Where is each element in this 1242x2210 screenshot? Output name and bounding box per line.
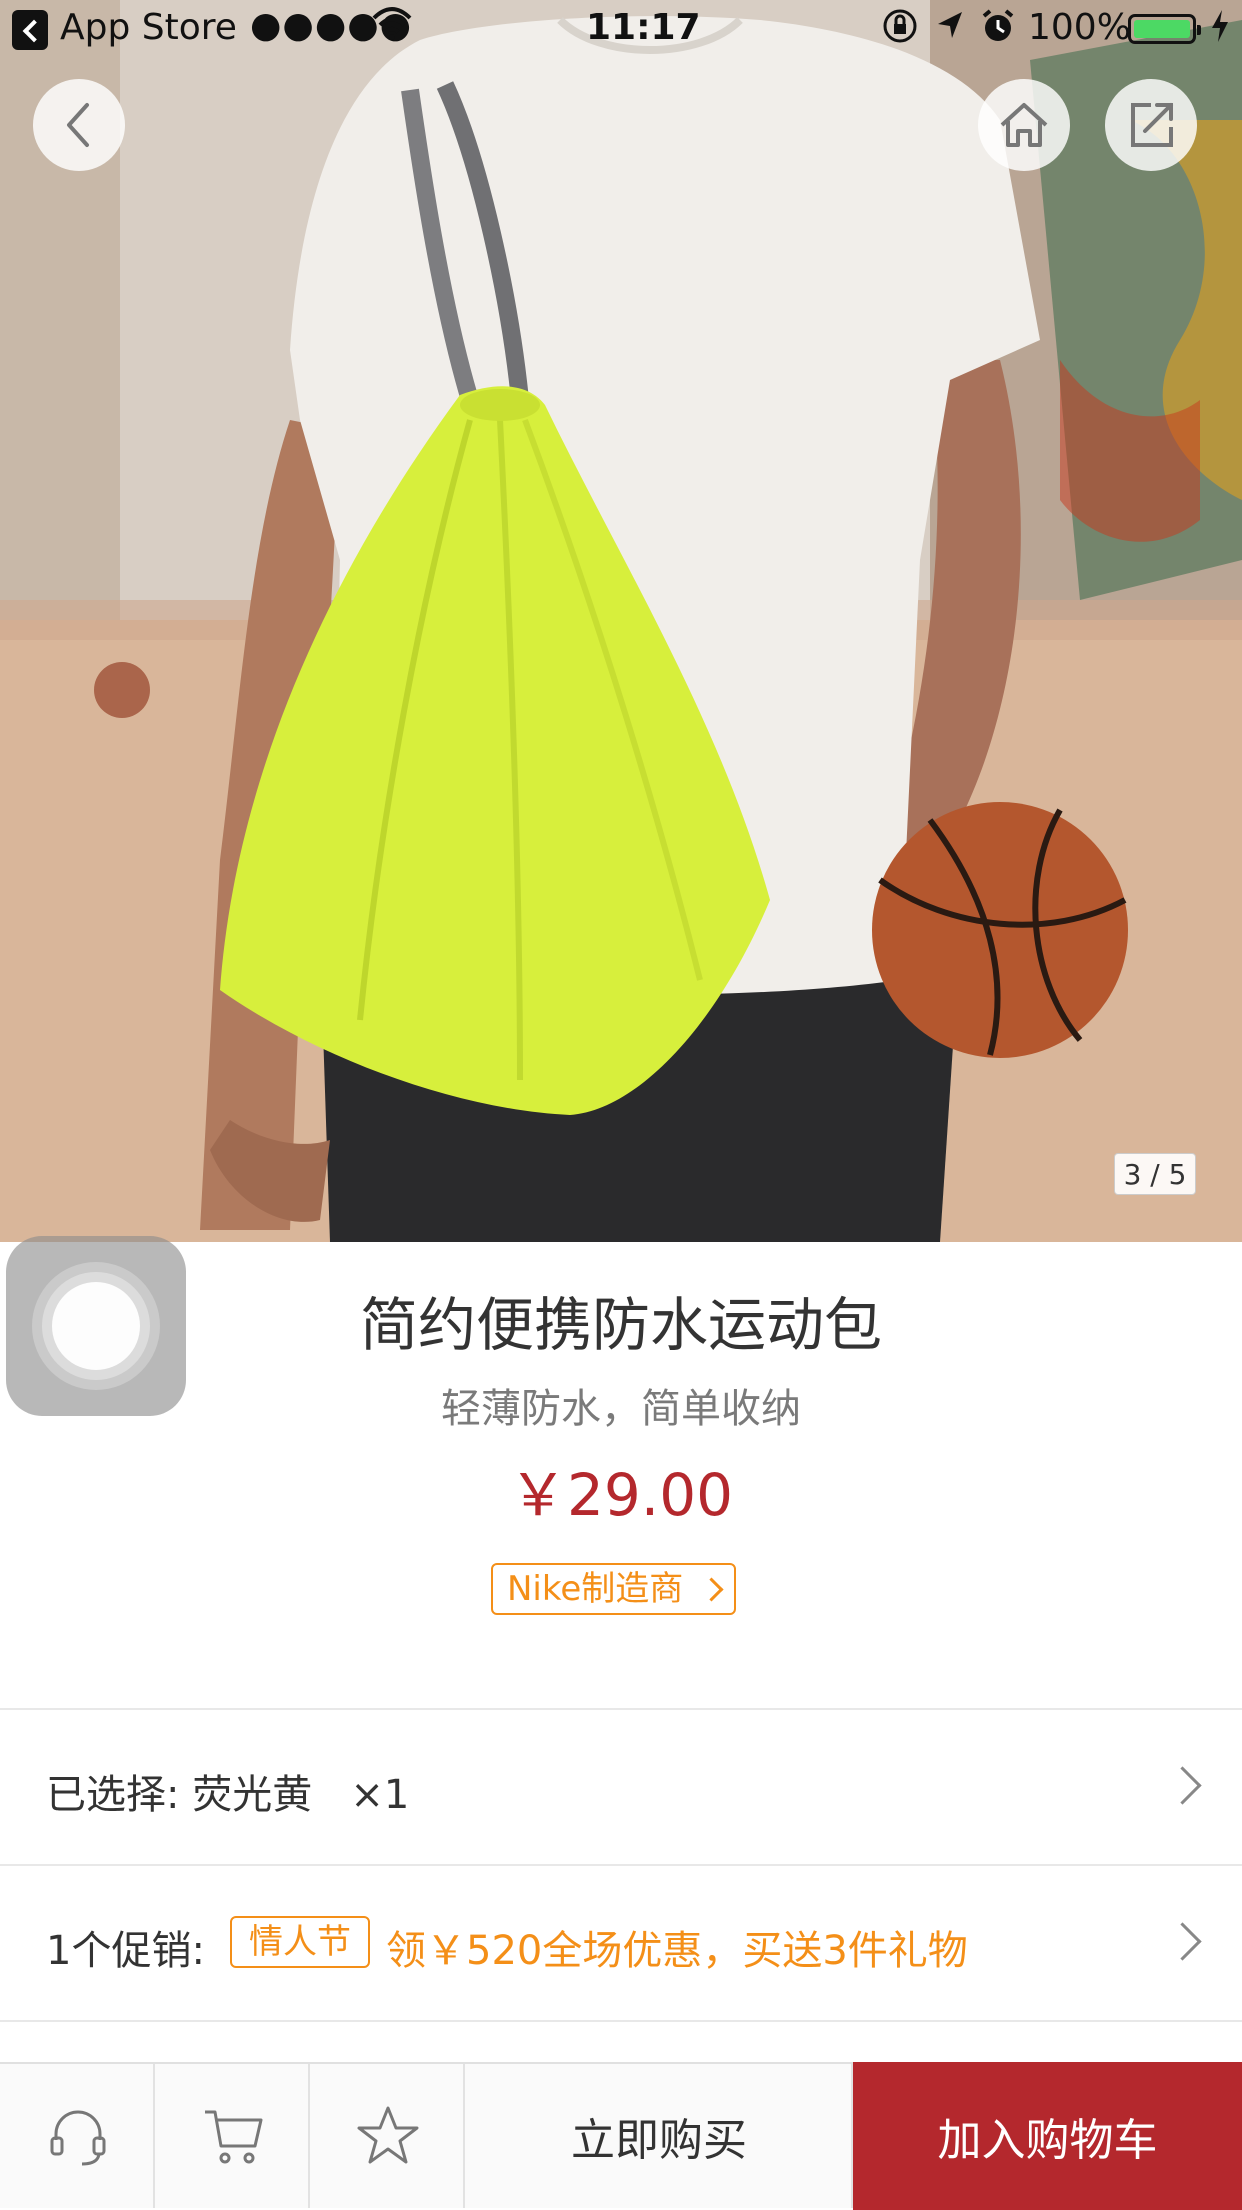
- back-to-app-icon[interactable]: [12, 10, 48, 50]
- alarm-icon: [978, 6, 1018, 55]
- battery-percent: 100%: [1028, 7, 1131, 48]
- manufacturer-tag[interactable]: Nike制造商: [491, 1563, 736, 1615]
- home-button[interactable]: [978, 79, 1070, 171]
- favorite-star-icon: [357, 2106, 419, 2164]
- back-button[interactable]: [33, 79, 125, 171]
- share-button[interactable]: [1105, 79, 1197, 171]
- divider: [0, 2020, 1242, 2022]
- home-icon: [1000, 103, 1048, 147]
- promotion-text: 领￥520全场优惠，买送3件礼物: [386, 1928, 968, 1974]
- back-icon: [67, 103, 89, 147]
- add-to-cart-button[interactable]: 加入购物车: [853, 2062, 1242, 2210]
- status-bar: App Store ●●●●● 11:17 100%: [0, 0, 1242, 60]
- image-counter: 3 / 5: [1114, 1153, 1196, 1195]
- spec-selection-row[interactable]: 已选择: 荧光黄 ×1: [0, 1710, 1242, 1862]
- customer-service-button[interactable]: [0, 2064, 155, 2208]
- share-icon: [1131, 103, 1173, 147]
- product-image[interactable]: [0, 0, 1242, 1242]
- product-subtitle: 轻薄防水，简单收纳: [441, 1386, 801, 1432]
- buy-now-button[interactable]: 立即购买: [467, 2064, 853, 2208]
- location-icon: [932, 6, 968, 55]
- chevron-right-icon: [1163, 1766, 1202, 1805]
- charging-bolt-icon: [1208, 6, 1232, 55]
- back-to-app-label[interactable]: App Store: [60, 7, 237, 48]
- favorite-button[interactable]: [310, 2064, 465, 2208]
- chevron-right-icon: [699, 1577, 724, 1602]
- cart-icon: [205, 2110, 263, 2164]
- clock: 11:17: [586, 7, 701, 48]
- promotion-row[interactable]: 1个促销: 情人节 领￥520全场优惠，买送3件礼物: [0, 1866, 1242, 2018]
- product-title: 简约便携防水运动包: [359, 1291, 882, 1359]
- manufacturer-tag-label: Nike制造商: [507, 1569, 684, 1609]
- cart-button[interactable]: [155, 2064, 310, 2208]
- product-price: ￥29.00: [508, 1461, 734, 1529]
- promotion-label: 1个促销:: [46, 1928, 205, 1974]
- customer-service-icon: [50, 2110, 106, 2166]
- spec-selection-label: 已选择: 荧光黄 ×1: [46, 1772, 410, 1818]
- chevron-right-icon: [1163, 1922, 1202, 1961]
- wifi-icon: [370, 4, 414, 53]
- orientation-lock-icon: [880, 6, 920, 55]
- promotion-tag: 情人节: [230, 1916, 370, 1968]
- product-photo-illustration: [0, 0, 1242, 1242]
- bottom-action-bar: 立即购买 加入购物车: [0, 2062, 1242, 2210]
- battery-icon: [1128, 14, 1201, 44]
